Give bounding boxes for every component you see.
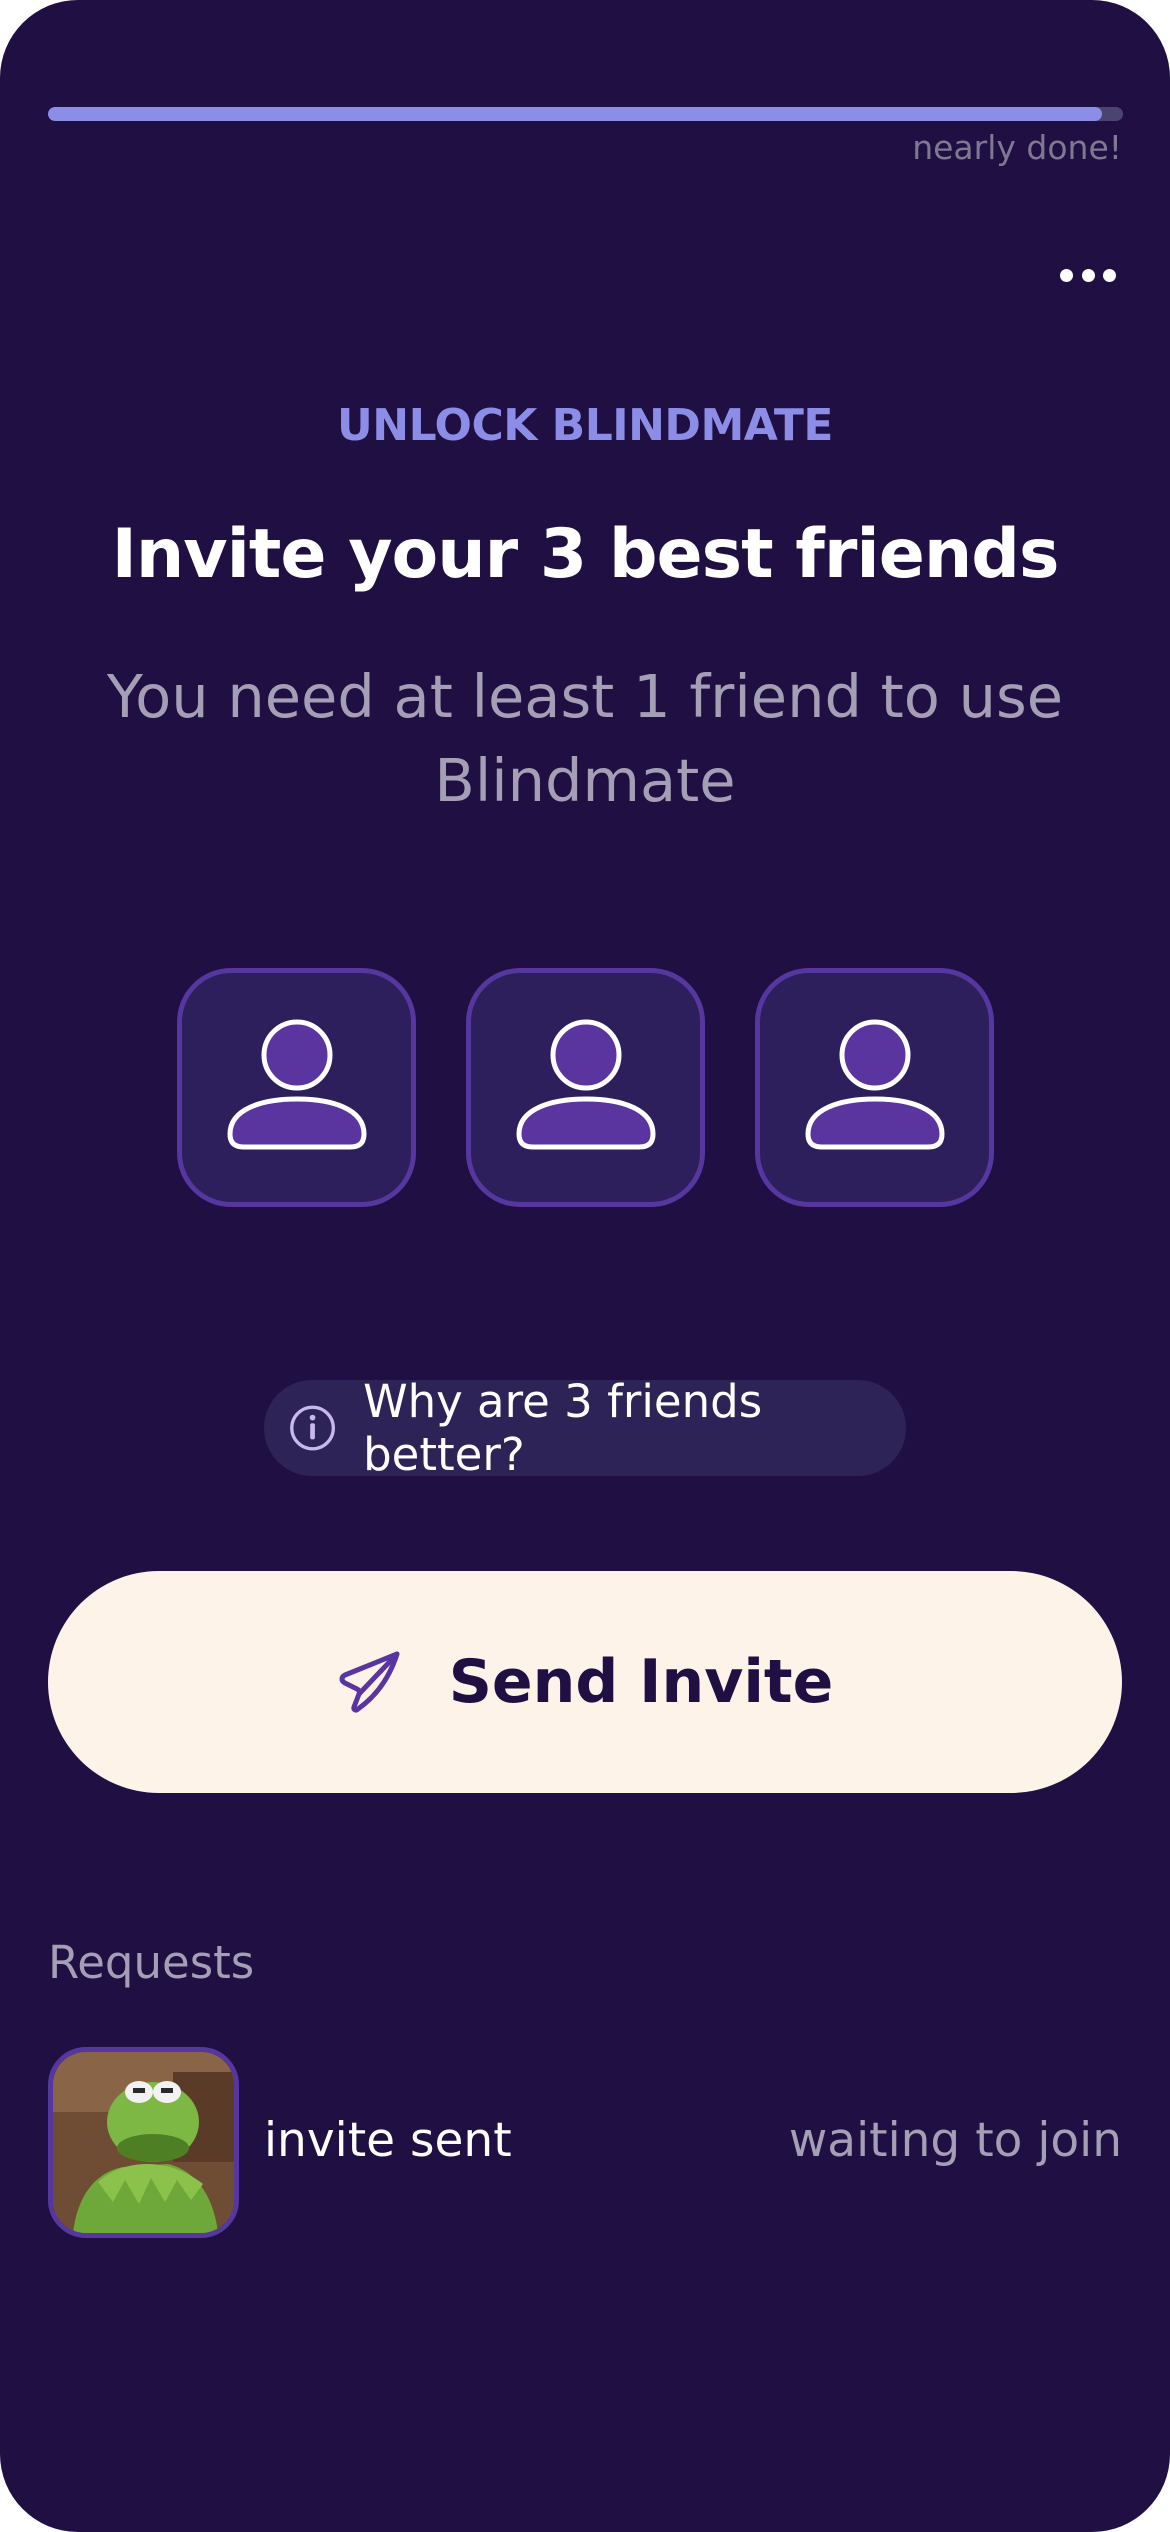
friend-slot-1[interactable] (177, 968, 416, 1207)
invite-screen: nearly done! UNLOCK BLINDMATE Invite you… (0, 0, 1170, 2532)
friend-slot-2[interactable] (466, 968, 705, 1207)
request-state: waiting to join (788, 2113, 1122, 2168)
why-three-friends-button[interactable]: Why are 3 friends better? (264, 1375, 906, 1481)
progress-bar-fill (48, 107, 1102, 121)
request-status: invite sent (264, 2113, 512, 2168)
why-three-friends-label: Why are 3 friends better? (363, 1375, 763, 1481)
progress-label: nearly done! (912, 128, 1122, 167)
page-subtitle: You need at least 1 friend to use Blindm… (106, 662, 1064, 815)
avatar-image (53, 2052, 234, 2233)
person-placeholder-icon (804, 1019, 945, 1149)
progress-bar (48, 107, 1123, 121)
friend-slots (177, 968, 994, 1207)
request-item[interactable]: invite sent waiting to join (48, 2047, 1122, 2238)
page-title: Invite your 3 best friends (111, 515, 1060, 594)
kermit-avatar (48, 2047, 239, 2238)
send-invite-label: Send Invite (448, 1647, 834, 1717)
paper-plane-icon (339, 1651, 400, 1713)
eyebrow-label: UNLOCK BLINDMATE (337, 400, 833, 451)
person-placeholder-icon (226, 1019, 367, 1149)
send-invite-button[interactable]: Send Invite (48, 1571, 1122, 1793)
more-horizontal-icon (1060, 268, 1073, 282)
friend-slot-3[interactable] (755, 968, 994, 1207)
requests-heading: Requests (48, 1936, 255, 1989)
person-placeholder-icon (515, 1019, 656, 1149)
info-icon (290, 1405, 335, 1451)
more-options-button[interactable] (1056, 255, 1120, 295)
